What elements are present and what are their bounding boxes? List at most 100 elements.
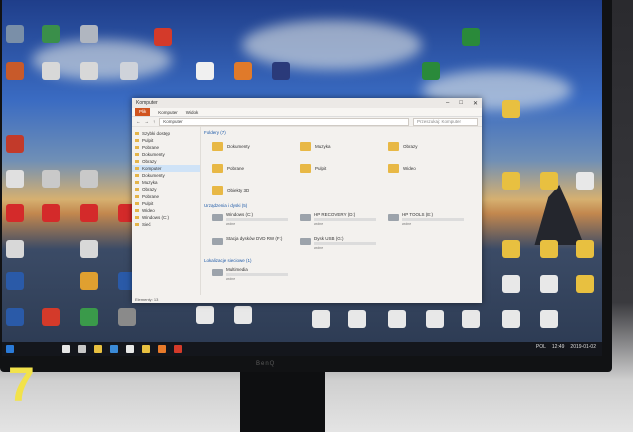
drive-item[interactable]: HP TOOLS (E:) wolne: [388, 212, 476, 230]
address-bar[interactable]: Komputer: [159, 117, 409, 126]
desktop-icon[interactable]: [6, 62, 24, 80]
forward-arrow-icon[interactable]: →: [145, 119, 150, 124]
desktop-icon[interactable]: [462, 310, 480, 328]
desktop-icon[interactable]: [118, 308, 136, 326]
nav-item[interactable]: Pobrane: [132, 193, 200, 200]
search-input[interactable]: Przeszukaj: Komputer: [413, 117, 478, 126]
desktop-icon[interactable]: [6, 170, 24, 188]
desktop-icon[interactable]: [462, 28, 480, 46]
store-icon[interactable]: [126, 345, 134, 353]
up-arrow-icon[interactable]: ↑: [153, 119, 155, 124]
folder-item[interactable]: Pulpit: [300, 161, 388, 175]
nav-item[interactable]: Obrazy: [132, 186, 200, 193]
nav-item[interactable]: Obrazy: [132, 158, 200, 165]
folder-item[interactable]: Wideo: [388, 161, 476, 175]
devices-section-header[interactable]: Urządzenia i dyski (5): [204, 203, 476, 208]
desktop-icon[interactable]: [6, 272, 24, 290]
nav-item[interactable]: Dokumenty: [132, 172, 200, 179]
desktop-icon[interactable]: [80, 240, 98, 258]
desktop-icon[interactable]: [80, 25, 98, 43]
desktop-icon[interactable]: [234, 62, 252, 80]
drive-item[interactable]: Stacja dysków DVD RW (F:): [212, 236, 300, 254]
tab-computer[interactable]: Komputer: [158, 110, 178, 115]
desktop-icon[interactable]: [348, 310, 366, 328]
desktop-icon[interactable]: [6, 240, 24, 258]
desktop-icon[interactable]: [388, 310, 406, 328]
nav-item[interactable]: Muzyka: [132, 179, 200, 186]
desktop-icon[interactable]: [42, 170, 60, 188]
firefox-icon[interactable]: [158, 345, 166, 353]
desktop-icon[interactable]: [502, 275, 520, 293]
folder-item[interactable]: Dokumenty: [212, 139, 300, 153]
nav-item-selected[interactable]: Komputer: [132, 165, 200, 172]
start-button-icon[interactable]: [6, 345, 14, 353]
folder-item[interactable]: Obrazy: [388, 139, 476, 153]
desktop-icon[interactable]: [80, 62, 98, 80]
nav-item[interactable]: Dokumenty: [132, 151, 200, 158]
drive-item[interactable]: HP RECOVERY (D:) wolne: [300, 212, 388, 230]
folder-icon[interactable]: [142, 345, 150, 353]
desktop-icon[interactable]: [502, 100, 520, 118]
desktop-icon[interactable]: [6, 308, 24, 326]
desktop-icon[interactable]: [6, 135, 24, 153]
nav-item[interactable]: Wideo: [132, 207, 200, 214]
folder-item[interactable]: Muzyka: [300, 139, 388, 153]
desktop-icon[interactable]: [426, 310, 444, 328]
drive-item[interactable]: Dysk USB (G:) wolne: [300, 236, 388, 254]
desktop-icon[interactable]: [154, 28, 172, 46]
desktop-icon[interactable]: [196, 306, 214, 324]
desktop-icon[interactable]: [80, 308, 98, 326]
edge-icon[interactable]: [110, 345, 118, 353]
desktop-icon[interactable]: [80, 272, 98, 290]
desktop-icon[interactable]: [540, 172, 558, 190]
minimize-icon[interactable]: –: [446, 100, 449, 107]
desktop-icon[interactable]: [196, 62, 214, 80]
desktop-icon[interactable]: [576, 240, 594, 258]
desktop-icon[interactable]: [42, 25, 60, 43]
task-view-icon[interactable]: [78, 345, 86, 353]
desktop-icon[interactable]: [502, 310, 520, 328]
desktop-icon[interactable]: [80, 170, 98, 188]
desktop-icon[interactable]: [502, 240, 520, 258]
desktop-icon[interactable]: [422, 62, 440, 80]
nav-item[interactable]: Pulpit: [132, 137, 200, 144]
desktop-icon[interactable]: [502, 172, 520, 190]
desktop-icon[interactable]: [6, 204, 24, 222]
folder-item[interactable]: Pobrane: [212, 161, 300, 175]
desktop-icon[interactable]: [312, 310, 330, 328]
desktop-icon[interactable]: [540, 240, 558, 258]
desktop-icon[interactable]: [272, 62, 290, 80]
tray-time[interactable]: 12:49: [552, 344, 565, 350]
desktop-icon[interactable]: [234, 306, 252, 324]
desktop-icon[interactable]: [120, 62, 138, 80]
nav-item[interactable]: Sieć: [132, 221, 200, 228]
nav-item[interactable]: Windows (C:): [132, 214, 200, 221]
nav-item[interactable]: Pulpit: [132, 200, 200, 207]
desktop-icon[interactable]: [42, 62, 60, 80]
desktop-icon[interactable]: [576, 275, 594, 293]
tray-lang[interactable]: POL: [536, 344, 546, 350]
nav-item[interactable]: Pobrane: [132, 144, 200, 151]
file-explorer-icon[interactable]: [94, 345, 102, 353]
tab-file[interactable]: Plik: [135, 108, 151, 116]
close-icon[interactable]: ✕: [473, 100, 478, 107]
desktop-icon[interactable]: [6, 25, 24, 43]
network-section-header[interactable]: Lokalizacje sieciowe (1): [204, 258, 476, 263]
tray-date[interactable]: 2019-01-02: [570, 344, 596, 350]
drive-item[interactable]: Windows (C:) wolne: [212, 212, 300, 230]
app-icon[interactable]: [174, 345, 182, 353]
desktop-icon[interactable]: [80, 204, 98, 222]
network-location-item[interactable]: Multimedia wolne: [212, 267, 300, 285]
search-icon[interactable]: [62, 345, 70, 353]
back-arrow-icon[interactable]: ←: [136, 119, 141, 124]
folder-item[interactable]: Obiekty 3D: [212, 183, 300, 197]
desktop-icon[interactable]: [540, 310, 558, 328]
desktop-icon[interactable]: [540, 275, 558, 293]
maximize-icon[interactable]: □: [459, 100, 463, 107]
folders-section-header[interactable]: Foldery (7): [204, 130, 476, 135]
desktop-icon[interactable]: [42, 204, 60, 222]
desktop-icon[interactable]: [576, 172, 594, 190]
nav-item[interactable]: Szybki dostęp: [132, 130, 200, 137]
tab-view[interactable]: Widok: [186, 110, 199, 115]
desktop-icon[interactable]: [42, 308, 60, 326]
